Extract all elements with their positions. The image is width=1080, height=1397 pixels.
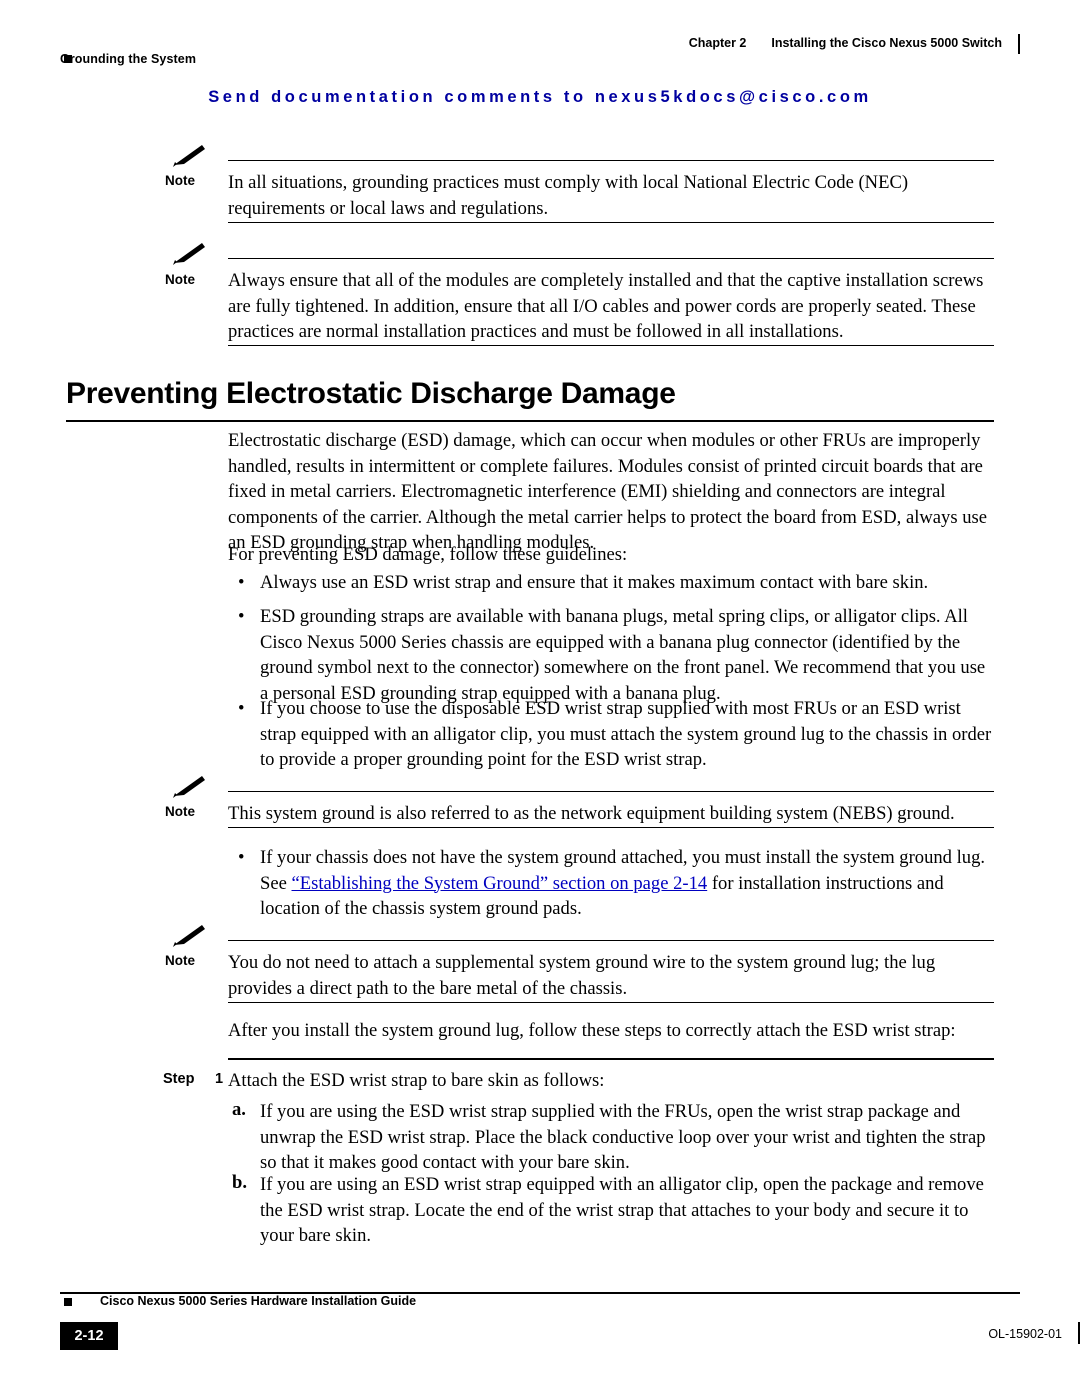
header-chapter-label: Chapter 2 — [688, 36, 747, 50]
substep-text-a: If you are using the ESD wrist strap sup… — [260, 1101, 986, 1173]
header-section-title: Grounding the System — [60, 52, 197, 66]
note-label-1: Note — [165, 173, 195, 188]
substep-letter-a: a. — [232, 1099, 246, 1120]
bullet-item-2: ESD grounding straps are available with … — [260, 606, 986, 704]
after-lug-paragraph: After you install the system ground lug,… — [228, 1020, 956, 1041]
note-bottom-rule-3 — [228, 827, 994, 828]
intro-paragraph: Electrostatic discharge (ESD) damage, wh… — [228, 430, 988, 553]
bullet-marker: • — [238, 572, 245, 593]
page-header: Grounding the System Chapter 2 Installin… — [60, 30, 1020, 66]
note-top-rule-1 — [228, 160, 994, 161]
bullet-4-line3: location of the chassis system ground pa… — [260, 898, 582, 919]
note-top-rule-4 — [228, 940, 994, 941]
bullet-4-line2-pre: See — [260, 872, 292, 894]
page-title-rule — [66, 420, 994, 422]
page-title: Preventing Electrostatic Discharge Damag… — [66, 377, 676, 410]
step-top-rule — [228, 1058, 994, 1060]
bullet-4-line1: If your chassis does not have the system… — [260, 847, 986, 868]
guidelines-lead: For preventing ESD damage, follow these … — [228, 544, 628, 565]
document-page: Grounding the System Chapter 2 Installin… — [0, 0, 1080, 1397]
bullet-4-line2-post: for installation instructions and — [707, 872, 944, 894]
note-text-4: You do not need to attach a supplemental… — [228, 952, 936, 999]
footer-document-id: OL-15902-01 — [988, 1327, 1062, 1341]
step-label: Step — [163, 1071, 195, 1087]
note-top-rule-3 — [228, 791, 994, 792]
cross-reference-link[interactable]: “Establishing the System Ground” section… — [292, 873, 708, 894]
substep-text-b: If you are using an ESD wrist strap equi… — [260, 1174, 984, 1246]
note-text-2: Always ensure that all of the modules ar… — [228, 270, 984, 342]
note-text-3: This system ground is also referred to a… — [228, 803, 955, 824]
note-label-2: Note — [165, 272, 195, 287]
header-right-rule — [1018, 34, 1020, 54]
bullet-item-4: If your chassis does not have the system… — [260, 845, 994, 922]
note-pencil-icon — [173, 145, 205, 167]
bullet-marker: • — [238, 698, 245, 719]
substep-letter-b: b. — [232, 1172, 247, 1193]
footer-guide-title: Cisco Nexus 5000 Series Hardware Install… — [100, 1294, 417, 1308]
note-pencil-icon — [173, 776, 205, 798]
note-top-rule-2 — [228, 258, 994, 259]
note-text-1: In all situations, grounding practices m… — [228, 172, 909, 219]
note-label-4: Note — [165, 953, 195, 968]
footer-bullet-square — [64, 1298, 72, 1306]
step-number: 1 — [215, 1071, 224, 1087]
note-bottom-rule-1 — [228, 222, 994, 223]
header-chapter-info: Chapter 2 Installing the Cisco Nexus 500… — [689, 36, 1002, 50]
note-pencil-icon — [173, 243, 205, 265]
note-label-3: Note — [165, 804, 195, 819]
bullet-item-3: If you choose to use the disposable ESD … — [260, 698, 992, 770]
bullet-item-1: Always use an ESD wrist strap and ensure… — [260, 572, 929, 593]
send-documentation-banner: Send documentation comments to nexus5kdo… — [208, 88, 872, 106]
footer-page-number: 2-12 — [74, 1328, 104, 1344]
note-pencil-icon — [173, 925, 205, 947]
step-text: Attach the ESD wrist strap to bare skin … — [228, 1070, 605, 1091]
note-bottom-rule-4 — [228, 1002, 994, 1003]
bullet-marker: • — [238, 847, 245, 868]
note-bottom-rule-2 — [228, 345, 994, 346]
bullet-marker: • — [238, 606, 245, 627]
header-chapter-title: Installing the Cisco Nexus 5000 Switch — [771, 36, 1002, 50]
